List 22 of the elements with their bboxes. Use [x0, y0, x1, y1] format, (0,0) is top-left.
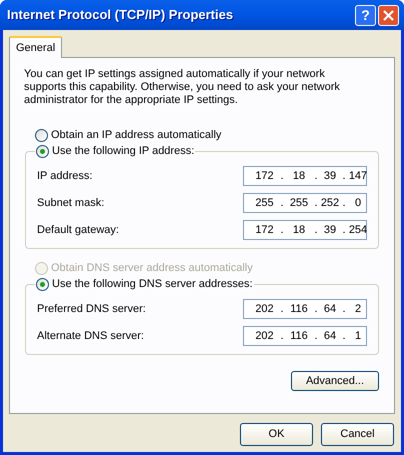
- close-icon: [383, 10, 394, 20]
- ip-address-field[interactable]: 255 . 255 . 252 . 0: [243, 193, 367, 213]
- tab[interactable]: General: [9, 36, 62, 58]
- field-label: Default gateway:: [37, 222, 119, 238]
- radio-option[interactable]: Use the following DNS server addresses:: [36, 276, 253, 292]
- ip-address-field[interactable]: 202 . 116 . 64 . 2: [243, 299, 367, 319]
- ip-address-field[interactable]: 172 . 18 . 39 . 254: [243, 220, 367, 240]
- dialog-button[interactable]: Cancel: [321, 423, 394, 446]
- ip-address-field[interactable]: 202 . 116 . 64 . 1: [243, 326, 367, 346]
- intro-text: You can get IP settings assigned automatically if your network supports this capability. Otherwise, you need to ask your network administrator for the appropriate IP settings.: [23, 67, 341, 107]
- field-label: Preferred DNS server:: [37, 302, 146, 317]
- window-title: Internet Protocol (TCP/IP) Properties: [7, 6, 234, 24]
- field-label: IP address:: [37, 168, 92, 184]
- field-label: Subnet mask:: [37, 196, 104, 211]
- dialog-button[interactable]: OK: [240, 423, 313, 446]
- field-label: Alternate DNS server:: [37, 328, 144, 344]
- ip-address-field[interactable]: 172 . 18 . 39 . 147: [243, 166, 367, 186]
- radio-option[interactable]: Use the following IP address:: [36, 143, 194, 160]
- close-button[interactable]: [378, 4, 399, 26]
- radio-option[interactable]: Obtain an IP address automatically: [35, 126, 222, 144]
- help-button[interactable]: ?: [355, 4, 376, 26]
- advanced-button[interactable]: Advanced...: [291, 371, 379, 391]
